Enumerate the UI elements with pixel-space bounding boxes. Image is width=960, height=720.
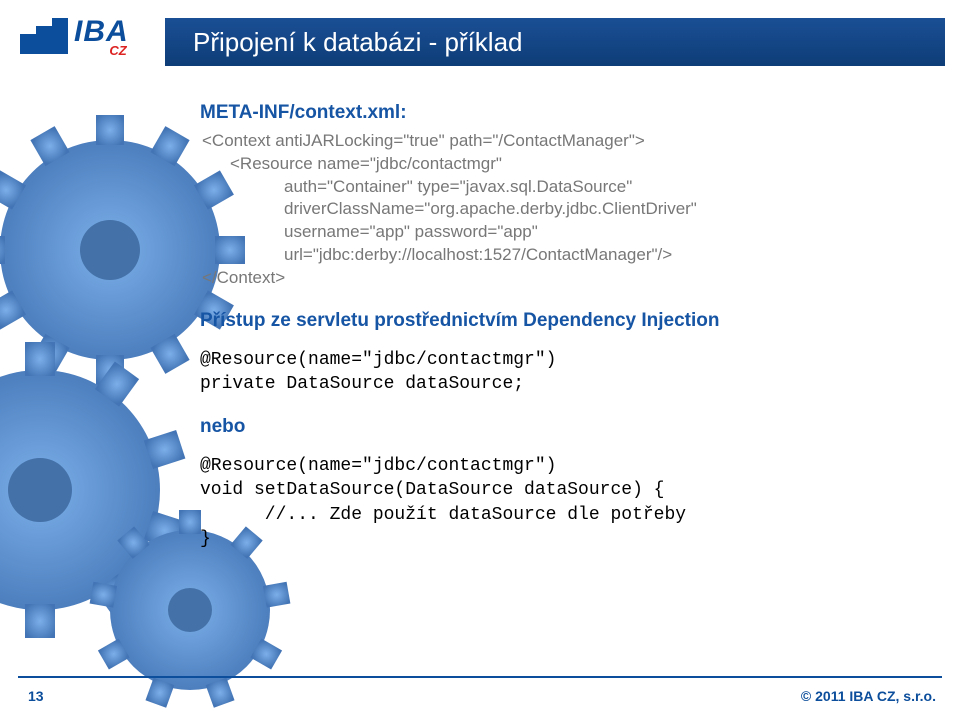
code-line: @Resource(name="jdbc/contactmgr") <box>200 350 556 370</box>
xml-line: </Context> <box>202 268 285 287</box>
xml-line: driverClassName="org.apache.derby.jdbc.C… <box>230 198 697 221</box>
code-line: } <box>200 529 211 549</box>
copyright: © 2011 IBA CZ, s.r.o. <box>801 688 936 704</box>
code-block-2: @Resource(name="jdbc/contactmgr") void s… <box>200 454 910 551</box>
nebo-label: nebo <box>200 414 910 440</box>
code-line: private DataSource dataSource; <box>200 374 524 394</box>
meta-inf-heading: META-INF/context.xml: <box>200 100 910 126</box>
xml-line: <Resource name="jdbc/contactmgr" <box>230 154 502 173</box>
logo-text-iba: IBA <box>74 18 129 45</box>
di-heading: Přístup ze servletu prostřednictvím Depe… <box>200 308 910 334</box>
code-line: @Resource(name="jdbc/contactmgr") <box>200 456 556 476</box>
logo: IBA CZ <box>20 18 129 58</box>
code-line: //... Zde použít dataSource dle potřeby <box>200 505 686 525</box>
code-block-1: @Resource(name="jdbc/contactmgr") privat… <box>200 348 910 397</box>
page-number: 13 <box>28 688 44 704</box>
footer: 13 © 2011 IBA CZ, s.r.o. <box>28 688 936 704</box>
xml-block: <Context antiJARLocking="true" path="/Co… <box>202 130 910 291</box>
logo-text-cz: CZ <box>74 43 127 58</box>
xml-line: url="jdbc:derby://localhost:1527/Contact… <box>230 244 672 267</box>
xml-line: auth="Container" type="javax.sql.DataSou… <box>230 176 632 199</box>
page-title: Připojení k databázi - příklad <box>193 27 523 58</box>
footer-divider <box>18 676 942 678</box>
xml-line: <Context antiJARLocking="true" path="/Co… <box>202 131 645 150</box>
code-line: void setDataSource(DataSource dataSource… <box>200 480 664 500</box>
title-band: Připojení k databázi - příklad <box>165 18 945 66</box>
xml-line: username="app" password="app" <box>230 221 538 244</box>
content: META-INF/context.xml: <Context antiJARLo… <box>200 100 910 569</box>
